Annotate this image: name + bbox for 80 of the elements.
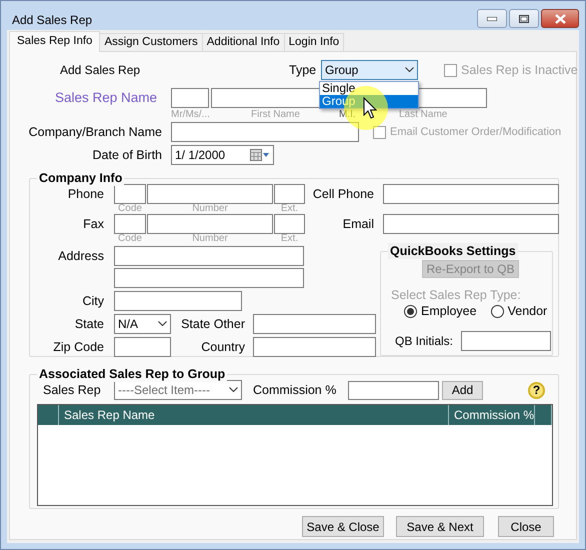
column-header[interactable]: Commission % <box>449 405 535 425</box>
text-field[interactable] <box>383 184 559 204</box>
field-label: Company/Branch Name <box>28 124 162 141</box>
group-title: QuickBooks Settings <box>388 243 518 259</box>
field-label: Fax <box>82 216 105 233</box>
tab[interactable]: Login Info <box>284 33 344 51</box>
field-label: QB Initials: <box>395 333 454 350</box>
radio-button[interactable] <box>490 304 504 318</box>
field-label: Email <box>342 216 374 233</box>
field-label: Sales Rep <box>43 382 102 399</box>
dialog-button[interactable]: Save & Next <box>396 516 484 537</box>
text-field[interactable] <box>114 214 146 234</box>
tab[interactable]: Sales Rep Info <box>9 31 100 52</box>
text-field[interactable] <box>253 337 376 357</box>
text-field[interactable] <box>114 268 304 288</box>
close-button[interactable] <box>541 9 579 28</box>
hint-label: Ext. <box>280 204 300 214</box>
hint-label: First Name <box>251 110 301 120</box>
column-header[interactable]: Sales Rep Name <box>59 405 449 425</box>
radio-label: Vendor <box>508 302 548 320</box>
field-label: Commission % <box>253 382 338 399</box>
type-dropdown[interactable]: Group <box>321 60 418 80</box>
text-field[interactable] <box>274 184 305 204</box>
field-label: Select Sales Rep Type: <box>391 288 522 302</box>
hint-label: Last Name <box>399 110 448 120</box>
text-field[interactable] <box>114 291 242 311</box>
text-field[interactable] <box>383 214 559 234</box>
text-field[interactable] <box>274 214 305 234</box>
hint-label: Mr/Ms/... <box>171 110 211 120</box>
text-field[interactable] <box>114 337 171 357</box>
help-icon[interactable]: ? <box>528 382 545 398</box>
chevron-icon <box>229 387 238 393</box>
dropdown-option[interactable]: Single <box>320 82 418 95</box>
field-label: Type <box>289 62 316 79</box>
checkbox-label: Sales Rep is Inactive <box>461 62 578 79</box>
calendar-icon <box>250 149 270 161</box>
date-picker[interactable]: 1/ 1/2000 <box>171 145 274 165</box>
field-label: Sales Rep Name <box>54 88 157 107</box>
dialog-button[interactable]: Save & Close <box>302 516 384 537</box>
checkbox-label: Email Customer Order/Modification <box>390 124 562 140</box>
minimize-button[interactable] <box>477 9 507 28</box>
field-label: State Other <box>180 316 245 333</box>
maximize-button[interactable] <box>509 9 539 28</box>
minimize-icon <box>487 16 497 20</box>
hint-label: Number <box>191 204 229 214</box>
add-button[interactable]: Add <box>442 380 483 400</box>
chevron-icon <box>405 67 414 73</box>
text-field[interactable] <box>348 380 439 400</box>
text-field[interactable] <box>114 246 304 266</box>
field-label: State <box>74 316 105 333</box>
field-label: Phone <box>66 186 105 203</box>
dialog-button[interactable]: Close <box>498 516 554 537</box>
text-field[interactable] <box>461 331 551 351</box>
group-title: Company Info <box>37 170 124 186</box>
state-dropdown[interactable]: N/A <box>114 314 171 334</box>
text-field[interactable] <box>114 184 146 204</box>
text-field[interactable] <box>171 122 359 142</box>
text-field[interactable] <box>147 214 273 234</box>
maximize-icon <box>519 14 529 22</box>
radio-label: Employee <box>421 302 477 320</box>
close-icon <box>554 14 566 24</box>
form-title: Add Sales Rep <box>60 62 142 79</box>
window-title: Add Sales Rep <box>12 12 92 29</box>
hint-label: Code <box>117 204 143 214</box>
field-label: Address <box>57 248 105 265</box>
text-field[interactable] <box>171 88 209 108</box>
field-label: Cell Phone <box>312 186 374 203</box>
text-field[interactable] <box>147 184 273 204</box>
text-field[interactable] <box>253 314 376 334</box>
group-title: Associated Sales Rep to Group <box>37 366 228 382</box>
sales-rep-dropdown[interactable]: ----Select Item---- <box>114 380 242 400</box>
field-label: Date of Birth <box>92 146 162 164</box>
field-label: Country <box>200 338 245 356</box>
field-label: Zip Code <box>52 338 105 356</box>
radio-button[interactable] <box>404 304 417 318</box>
chevron-icon <box>158 321 167 327</box>
hint-label: Code <box>117 234 143 244</box>
field-label: City <box>81 292 105 310</box>
hint-label: Number <box>191 234 229 244</box>
hint-label: Ext. <box>280 234 300 244</box>
